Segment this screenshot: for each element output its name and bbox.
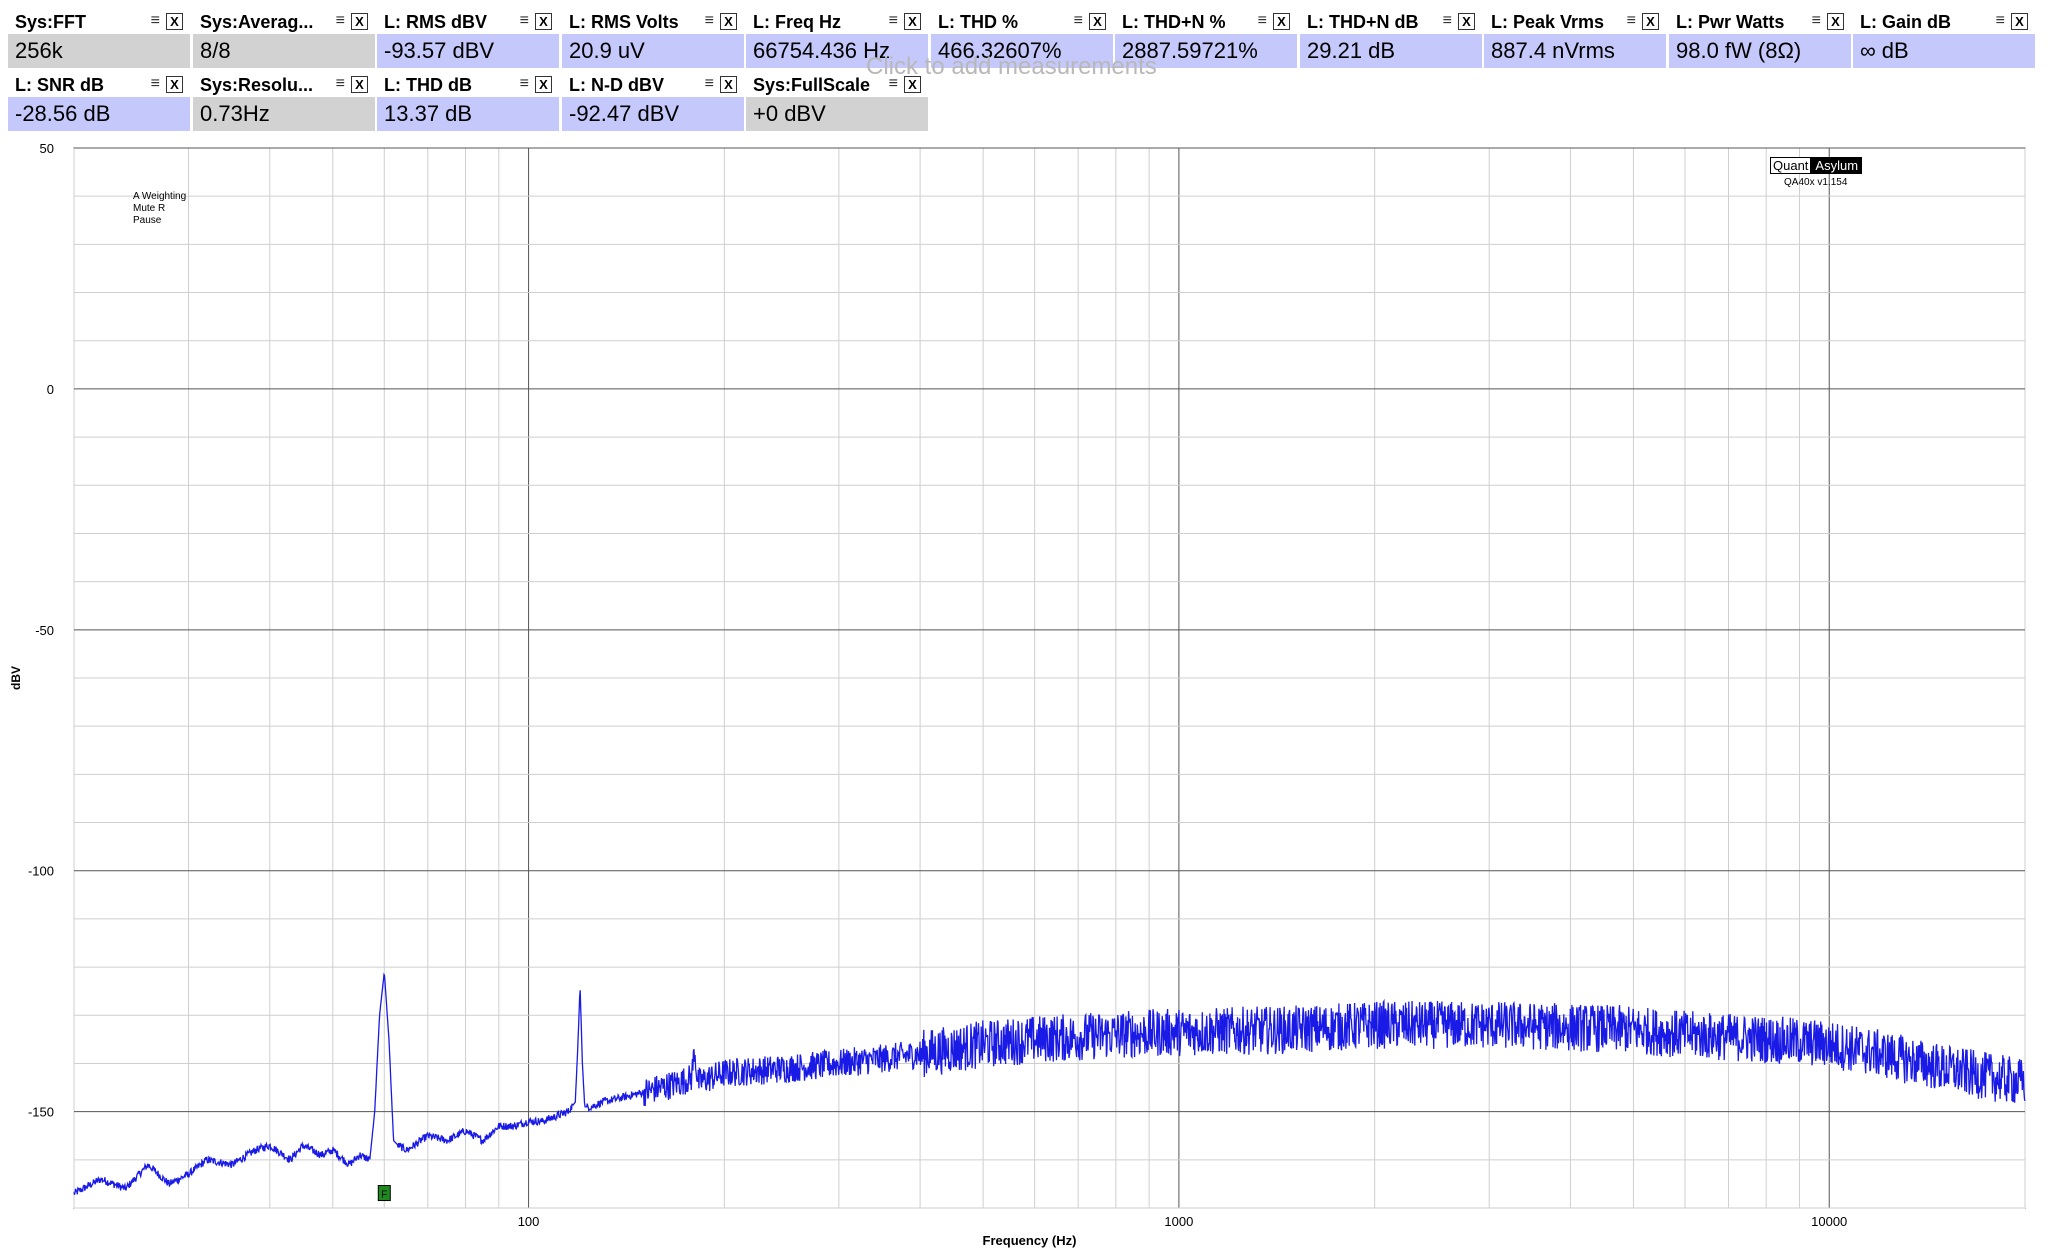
x-tick-label: 100 [518,1214,540,1229]
y-tick-label: 50 [40,141,54,156]
x-tick-label: 10000 [1811,1214,1847,1229]
annotation-mute: Mute R [133,203,166,214]
x-tick-label: 1000 [1164,1214,1193,1229]
y-axis-label: dBV [9,666,23,690]
brand-asylum: Asylum [1811,157,1863,174]
version-label: QA40x v1.154 [1784,177,1848,188]
spectrum-plot[interactable]: 50 0 -50 -100 -150 100 1000 10000 Frequency (Hz)… [0,0,2048,1253]
plot-annotations: A Weighting Mute R Pause [133,191,186,227]
y-tick-label: -150 [28,1105,54,1120]
y-tick-label: -100 [28,864,54,879]
y-tick-label: 0 [47,382,54,397]
x-axis-label: Frequency (Hz) [983,1233,1077,1248]
annotation-pause: Pause [133,215,162,226]
frequency-marker-label: F [381,1190,387,1201]
brand-logo: Quant Asylum [1770,157,1863,174]
brand-quant: Quant [1770,157,1812,174]
y-tick-label: -50 [35,623,54,638]
annotation-weighting: A Weighting [133,191,187,202]
